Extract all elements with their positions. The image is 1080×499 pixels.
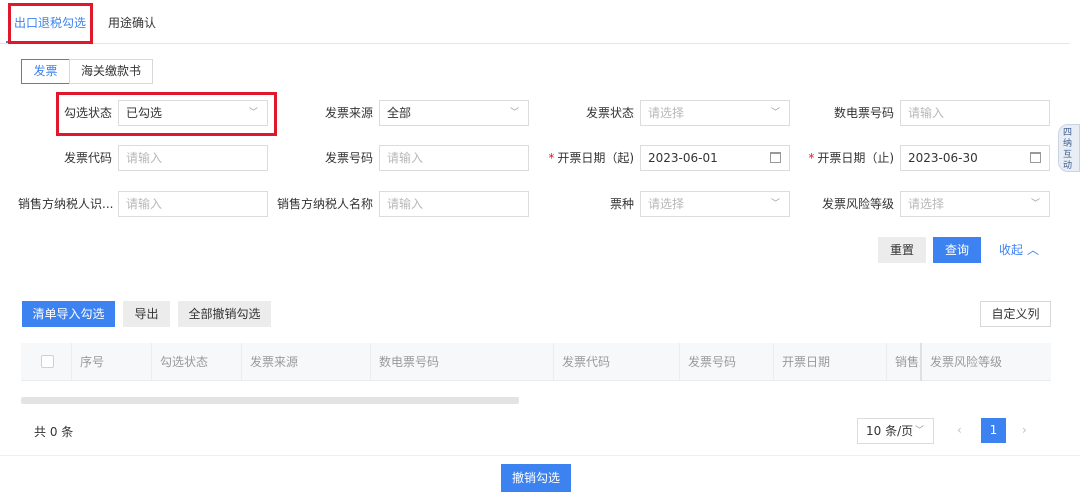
invoice-state-dropdown[interactable]: 请选择 ﹀ [640,100,790,126]
side-floating-widget[interactable]: 四 纳 互 动 [1058,124,1080,172]
seller-name-placeholder: 请输入 [387,197,424,211]
col-invoice-number: 发票号码 [679,343,773,381]
import-select-button[interactable]: 清单导入勾选 [22,301,115,327]
col-invoice-code: 发票代码 [553,343,679,381]
invoice-code-input[interactable]: 请输入 [118,145,268,171]
page-size-select[interactable]: 10 条/页 ﹀ [857,418,934,444]
risk-level-dropdown[interactable]: 请选择 ﹀ [900,191,1050,217]
table-header: 序号 勾选状态 发票来源 数电票号码 发票代码 发票号码 开票日期 销售方 发票… [21,343,1051,381]
ticket-type-label: 票种 [609,197,634,211]
tab-usage-confirm[interactable]: 用途确认 [108,14,156,31]
invoice-code-placeholder: 请输入 [126,151,163,165]
seller-name-input[interactable]: 请输入 [379,191,529,217]
select-all-checkbox[interactable] [41,355,54,368]
invoice-code-label: 发票代码 [63,151,112,165]
page: 出口退税勾选 用途确认 发票 海关缴款书 勾选状态 已勾选 ﹀ 发票来源 全部 … [0,0,1080,499]
digital-number-label: 数电票号码 [833,106,894,120]
digital-number-placeholder: 请输入 [908,106,945,120]
chevron-down-icon: ﹀ [770,108,780,118]
invoice-state-label: 发票状态 [585,106,634,120]
top-tabs: 出口退税勾选 用途确认 [0,0,1070,44]
collapse-label: 收起 [999,243,1024,257]
highlight-box-status [56,92,277,136]
chevron-up-icon: ︿ [1027,243,1040,257]
total-count: 共 0 条 [34,425,74,439]
collapse-link[interactable]: 收起 ︿ [999,237,1039,263]
calendar-icon [770,152,781,163]
date-end-value: 2023-06-30 [908,151,978,165]
invoice-number-label: 发票号码 [324,151,373,165]
chevron-down-icon: ﹀ [914,426,924,436]
date-end-label-text: 开票日期（止) [817,151,894,165]
search-button[interactable]: 查询 [933,237,981,263]
seller-name-label: 销售方纳税人名称 [276,197,373,211]
seller-taxid-input[interactable]: 请输入 [118,191,268,217]
ticket-type-dropdown[interactable]: 请选择 ﹀ [640,191,790,217]
date-end-picker[interactable]: 2023-06-30 [900,145,1050,171]
chevron-down-icon: ﹀ [770,199,780,209]
highlight-box-tab [8,3,93,44]
invoice-source-value: 全部 [387,106,412,120]
seller-taxid-placeholder: 请输入 [126,197,163,211]
col-issue-date: 开票日期 [773,343,886,381]
date-start-value: 2023-06-01 [648,151,718,165]
invoice-source-label: 发票来源 [324,106,373,120]
page-size-value: 10 条/页 [866,424,914,438]
col-index: 序号 [71,343,151,381]
invoice-number-placeholder: 请输入 [387,151,424,165]
required-mark: * [548,151,555,165]
subtab-invoice[interactable]: 发票 [21,59,70,84]
custom-columns-button[interactable]: 自定义列 [980,301,1051,327]
invoice-number-input[interactable]: 请输入 [379,145,529,171]
cancel-all-select-button[interactable]: 全部撤销勾选 [178,301,271,327]
risk-level-label: 发票风险等级 [821,197,894,211]
col-select-status: 勾选状态 [151,343,241,381]
col-risk-level: 发票风险等级 [920,343,1051,381]
reset-button[interactable]: 重置 [878,237,926,263]
digital-number-input[interactable]: 请输入 [900,100,1050,126]
col-seller: 销售方 [886,343,921,381]
seller-taxid-label: 销售方纳税人识... [18,197,114,211]
ticket-type-placeholder: 请选择 [648,197,685,211]
date-start-label: * 开票日期（起) [530,145,634,171]
required-mark: * [808,151,815,165]
prev-page-icon[interactable]: ‹ [957,423,962,437]
risk-level-placeholder: 请选择 [908,197,945,211]
date-end-label: * 开票日期（止) [790,145,894,171]
invoice-source-dropdown[interactable]: 全部 ﹀ [379,100,529,126]
export-button[interactable]: 导出 [123,301,170,327]
footer-bar: 撤销勾选 [0,455,1080,499]
subtab-customs-payment[interactable]: 海关缴款书 [69,59,153,84]
date-start-label-text: 开票日期（起) [557,151,634,165]
date-start-picker[interactable]: 2023-06-01 [640,145,790,171]
col-invoice-source: 发票来源 [241,343,370,381]
invoice-state-placeholder: 请选择 [648,106,685,120]
cancel-select-button[interactable]: 撤销勾选 [501,464,571,492]
next-page-icon[interactable]: › [1022,423,1027,437]
chevron-down-icon: ﹀ [509,108,519,118]
page-number-current[interactable]: 1 [981,418,1006,443]
calendar-icon [1030,152,1041,163]
horizontal-scrollbar[interactable] [21,397,519,404]
col-digital-number: 数电票号码 [370,343,553,381]
chevron-down-icon: ﹀ [1030,199,1040,209]
